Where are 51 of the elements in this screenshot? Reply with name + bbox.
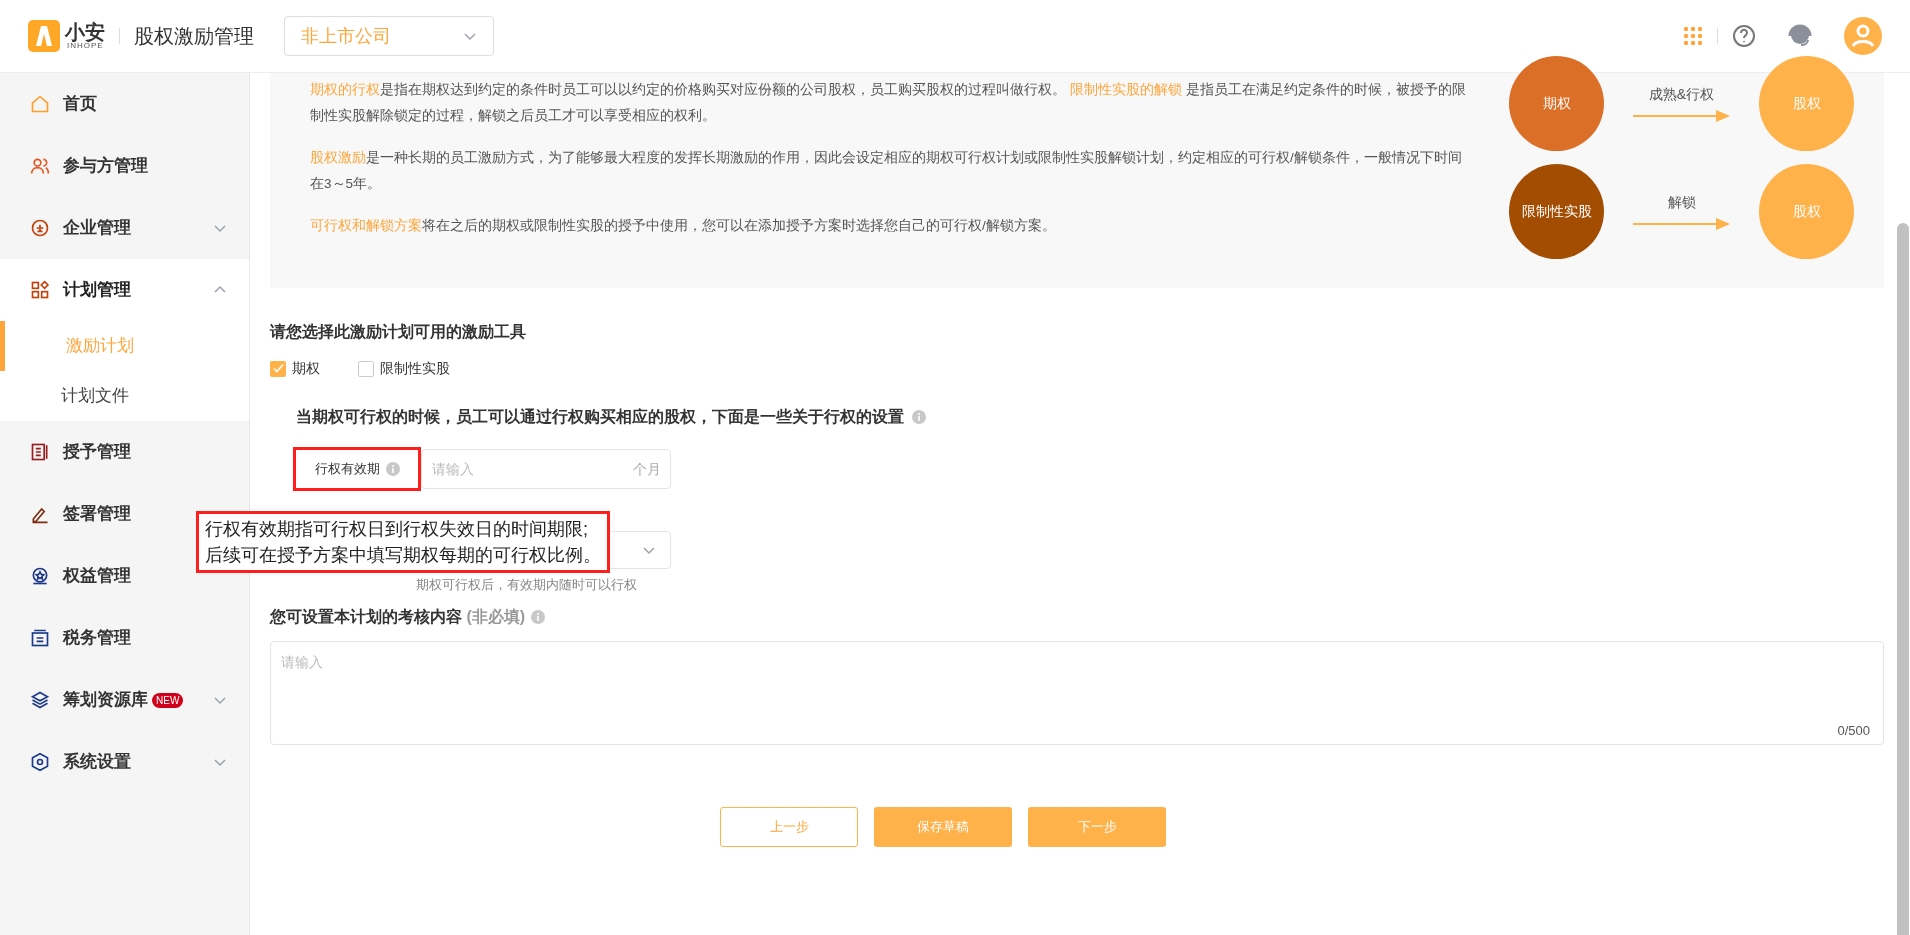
arrow-label: 解锁 [1667,193,1696,212]
intro-paragraph: 可行权和解锁方案将在之后的期权或限制性实股的授予中使用，您可以在添加授予方案时选择您自己的可行权/解锁方案。 [310,217,1057,235]
sidebar-item[interactable]: 权益管理 [63,563,131,589]
grid-icon [30,280,50,300]
unit-label: 个月 [633,460,661,479]
layers-icon [30,690,50,710]
app-title: 股权激励管理 [134,24,254,49]
people-icon [30,156,50,176]
sidebar-item[interactable]: 筹划资源库 [63,687,148,713]
new-badge: NEW [152,692,184,708]
sidebar-item[interactable]: 计划管理 [63,277,131,303]
checkbox-label: 期权 [292,359,320,378]
checkbox-label: 限制性实股 [380,359,450,378]
help-icon[interactable] [1732,24,1756,48]
intro-paragraph: 股权激励是一种长期的员工激励方式，为了能够最大程度的发挥长期激励的作用，因此会设定相应的期权可行权计划或限制性实股解锁计划，约定相应的可行权/解锁条件，一般情况下时间在3～5年。 [310,149,1463,193]
sidebar-item[interactable]: 参与方管理 [63,153,148,179]
apps-icon[interactable] [1683,26,1703,46]
arrow-icon [1633,217,1730,231]
document-icon [30,442,50,462]
sidebar-item[interactable]: 系统设置 [63,749,131,775]
info-icon [531,609,546,624]
settings-icon [30,752,50,772]
arrow-label: 成熟&行权 [1648,85,1715,104]
logo-text: 小安 [65,22,105,42]
checkbox[interactable] [358,360,374,377]
sidebar-item[interactable]: 企业管理 [63,215,131,241]
medal-icon [30,566,50,586]
sidebar-item[interactable]: 首页 [63,91,97,117]
char-counter: 0/500 [1837,722,1870,740]
section-title: 请您选择此激励计划可用的激励工具 [270,322,527,342]
intro-paragraph: 期权的行权是指在期权达到约定的条件时员工可以以约定的价格购买对应份额的公司股权，员工购买股权的过程叫做行权。 限制性实股的解锁 是指员工在满足约定条件的时候，被授予的限制性实股解除锁定的过程，解锁之后员工才可以享受相应的权利。 [310,81,1467,125]
logo-subtitle: INHOPE [67,42,104,50]
field-label: 行权有效期 [314,460,380,479]
home-icon [30,94,50,114]
sidebar-item[interactable]: 税务管理 [63,625,131,651]
info-icon [912,410,926,424]
sidebar-item[interactable]: 授予管理 [63,439,131,465]
section-title: 当期权可行权的时候，员工可以通过行权购买相应的股权，下面是一些关于行权的设置 [296,407,904,427]
field-hint: 期权可行权后，有效期内随时可以行权 [416,576,638,594]
sidebar-item[interactable]: 签署管理 [63,501,131,527]
checkbox[interactable] [270,360,286,377]
arrow-icon [1633,109,1730,123]
tooltip-text: 行权有效期指可行权日到行权失效日的时间期限; [205,518,589,541]
tooltip-text: 后续可在授予方案中填写期权每期的可行权比例。 [205,544,601,567]
sidebar-subitem[interactable]: 计划文件 [0,371,249,421]
info-icon [385,462,400,476]
tax-icon [30,628,50,648]
section-title: 您可设置本计划的考核内容 (非必填) [270,606,526,627]
avatar-icon[interactable] [1844,17,1882,55]
logo-icon [28,20,60,52]
coin-icon [30,218,50,238]
